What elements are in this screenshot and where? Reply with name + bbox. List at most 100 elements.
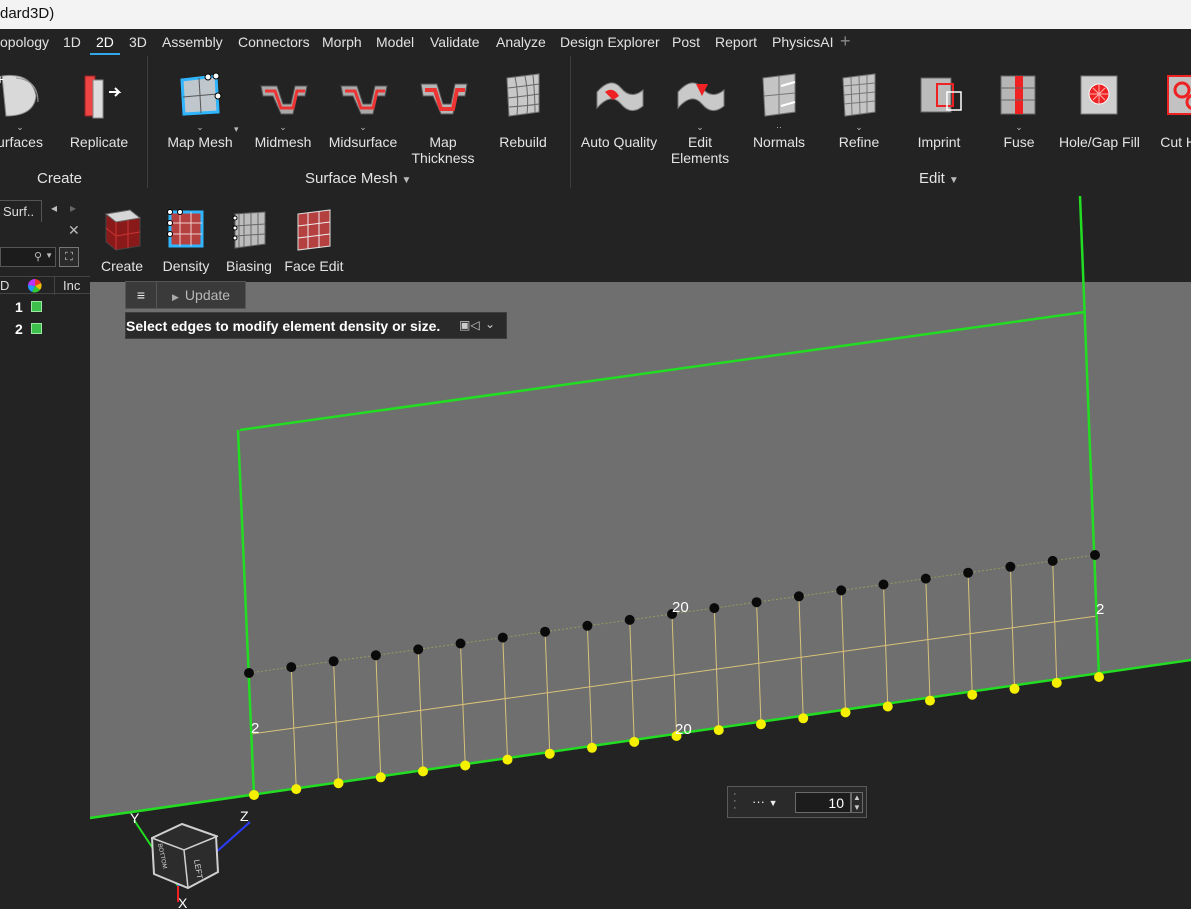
tool-rebuild[interactable]: Rebuild — [483, 66, 563, 150]
tool-hole-gap-fill[interactable]: Hole/Gap Fill — [1059, 66, 1140, 150]
menu-topology[interactable]: opology — [0, 34, 49, 50]
tab-next-icon[interactable]: ▸ — [70, 201, 76, 215]
seed-point-bottom[interactable] — [1051, 677, 1062, 688]
menu-2d[interactable]: 2D — [90, 34, 120, 55]
expand-chevron-icon[interactable]: ⌄ — [485, 317, 495, 331]
tool-surfaces[interactable]: + ⌄ urfaces — [0, 66, 60, 150]
tool-edit-elements[interactable]: ⌄ Edit Elements — [660, 66, 740, 166]
seed-point-top[interactable] — [1090, 550, 1100, 560]
drag-handle-icon[interactable]: · · · — [733, 789, 737, 814]
subtool-density[interactable]: Density — [154, 204, 218, 274]
seed-point-top[interactable] — [963, 567, 974, 578]
map-mesh-dropdown-icon[interactable]: ▾ — [234, 124, 239, 135]
seed-point-bottom[interactable] — [798, 713, 809, 724]
menu-model[interactable]: Model — [376, 34, 414, 50]
menu-post[interactable]: Post — [672, 34, 700, 50]
seed-point-top[interactable] — [793, 591, 804, 602]
add-ribbon-plus-icon[interactable]: + — [840, 31, 851, 52]
tool-midmesh[interactable]: ⌄ Midmesh — [243, 66, 323, 150]
tab-prev-icon[interactable]: ◂ — [51, 201, 57, 215]
seed-point-bottom[interactable] — [249, 790, 259, 800]
seed-point-top[interactable] — [624, 614, 635, 625]
spin-up-icon[interactable]: ▲ — [853, 793, 861, 802]
column-include[interactable]: Inc — [63, 278, 80, 293]
seed-point-bottom[interactable] — [587, 742, 597, 753]
seed-point-top[interactable] — [328, 656, 339, 667]
tool-refine[interactable]: ⌄ Refine — [819, 66, 899, 150]
seed-point-top[interactable] — [455, 638, 466, 649]
seed-point-top[interactable] — [1047, 555, 1058, 566]
seed-point-top[interactable] — [878, 579, 889, 590]
menu-analyze[interactable]: Analyze — [496, 34, 546, 50]
tool-fuse[interactable]: ⌄ Fuse — [979, 66, 1059, 150]
camera-icon[interactable]: ▣◁ — [459, 318, 480, 332]
hamburger-menu-icon[interactable]: ≡ — [126, 282, 157, 308]
menu-connectors[interactable]: Connectors — [238, 34, 310, 50]
menu-report[interactable]: Report — [715, 34, 757, 50]
column-id[interactable]: D — [0, 278, 9, 293]
menu-assembly[interactable]: Assembly — [162, 34, 223, 50]
seed-point-top[interactable] — [286, 662, 297, 673]
seed-point-top[interactable] — [540, 626, 551, 637]
menu-1d[interactable]: 1D — [63, 34, 81, 50]
seed-point-top[interactable] — [413, 644, 424, 655]
subtool-face-edit[interactable]: Face Edit — [282, 204, 346, 274]
seed-point-bottom[interactable] — [756, 719, 766, 730]
seed-point-bottom[interactable] — [629, 736, 640, 747]
density-spinner[interactable]: ▲ ▼ — [851, 792, 863, 813]
seed-point-bottom[interactable] — [713, 725, 724, 736]
close-icon[interactable]: ✕ — [68, 222, 80, 239]
seed-point-bottom[interactable] — [333, 778, 344, 789]
tool-map-mesh[interactable]: ⌄ Map Mesh — [160, 66, 240, 150]
tool-imprint[interactable]: Imprint — [899, 66, 979, 150]
seed-point-top[interactable] — [370, 650, 381, 661]
menu-design-explorer[interactable]: Design Explorer — [560, 34, 660, 50]
menu-validate[interactable]: Validate — [430, 34, 480, 50]
filter-selection-icon[interactable]: ⛶ — [59, 247, 79, 267]
tool-replicate[interactable]: Replicate — [59, 66, 139, 150]
update-button[interactable]: ▶ Update — [172, 287, 230, 303]
seed-point-top[interactable] — [582, 620, 593, 631]
search-input[interactable]: ⚲ ▼ — [0, 247, 56, 267]
seed-point-top[interactable] — [1005, 561, 1016, 572]
list-item[interactable]: 1 — [0, 297, 90, 317]
spin-down-icon[interactable]: ▼ — [853, 803, 861, 812]
viewport-canvas[interactable]: 20 20 2 2 LEFT BOTTOM Y Z X — [90, 196, 1191, 909]
seed-point-top[interactable] — [709, 603, 720, 614]
seed-point-top[interactable] — [244, 668, 254, 678]
element-density-input[interactable] — [795, 792, 851, 813]
subtool-biasing[interactable]: Biasing — [217, 204, 281, 274]
seed-point-bottom[interactable] — [967, 689, 978, 700]
seed-point-top[interactable] — [751, 597, 762, 608]
tool-map-thickness[interactable]: Map Thickness — [403, 66, 483, 166]
color-swatch[interactable] — [31, 301, 42, 312]
density-label-top[interactable]: 20 — [672, 599, 689, 616]
seed-point-bottom[interactable] — [1009, 683, 1020, 694]
list-item[interactable]: 2 — [0, 319, 90, 339]
density-label-bottom[interactable]: 20 — [675, 721, 692, 738]
seed-point-bottom[interactable] — [418, 766, 428, 777]
density-label-right[interactable]: 2 — [1096, 601, 1104, 618]
menu-morph[interactable]: Morph — [322, 34, 362, 50]
menu-physicsai[interactable]: PhysicsAI — [772, 34, 833, 50]
seed-point-bottom[interactable] — [460, 760, 471, 771]
tab-surfaces[interactable]: Surf.. — [0, 200, 42, 222]
group-label-edit[interactable]: Edit ▼ — [919, 170, 959, 187]
seed-point-top[interactable] — [920, 573, 931, 584]
tool-cut-holes[interactable]: Cut Ho — [1142, 66, 1191, 150]
seed-point-bottom[interactable] — [375, 772, 386, 783]
seed-point-bottom[interactable] — [1094, 672, 1104, 682]
density-label-left[interactable]: 2 — [251, 720, 259, 737]
seed-point-bottom[interactable] — [544, 748, 555, 759]
seed-point-bottom[interactable] — [882, 701, 893, 712]
tool-auto-quality[interactable]: Auto Quality — [579, 66, 659, 150]
group-label-surface-mesh[interactable]: Surface Mesh ▼ — [305, 170, 411, 187]
seed-point-bottom[interactable] — [502, 754, 513, 765]
seed-point-bottom[interactable] — [840, 707, 851, 718]
seed-point-bottom[interactable] — [291, 784, 302, 795]
seed-point-bottom[interactable] — [925, 695, 935, 706]
seed-point-top[interactable] — [497, 632, 508, 643]
more-options-button[interactable]: ··· ▼ — [752, 794, 778, 809]
seed-point-top[interactable] — [836, 585, 847, 596]
subtool-create[interactable]: Create — [90, 204, 154, 274]
